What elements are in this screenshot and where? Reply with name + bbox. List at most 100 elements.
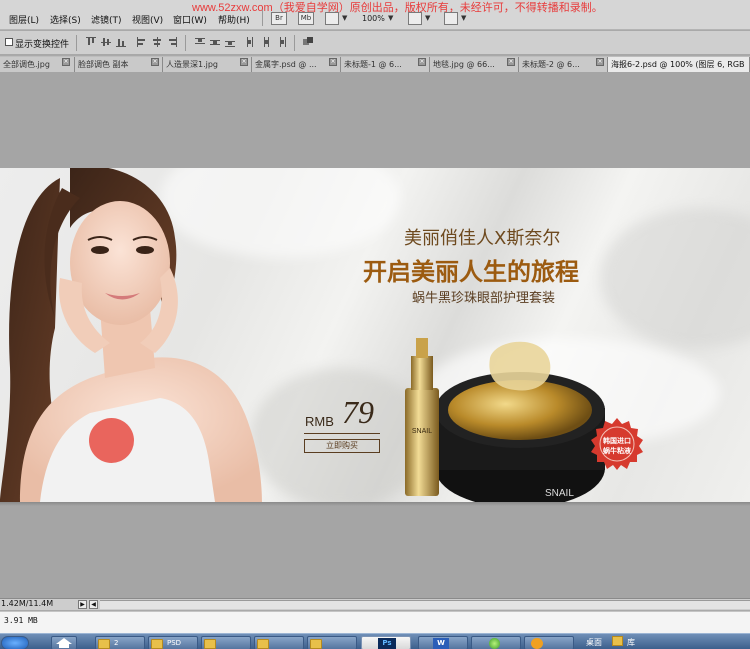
menu-layer[interactable]: 图层(L) xyxy=(9,13,39,26)
close-icon[interactable]: × xyxy=(507,58,515,66)
info-bar: 3.91 MB xyxy=(0,611,750,633)
distribute-top-icon[interactable] xyxy=(195,37,205,47)
view-extras-icon[interactable] xyxy=(325,12,339,25)
document-size-readout: 1.42M/11.4M xyxy=(1,599,54,608)
status-menu-arrow-icon[interactable]: ▶ xyxy=(78,600,87,609)
tab-label: 地毯.jpg @ 66... xyxy=(433,60,495,69)
folder-icon xyxy=(98,639,110,649)
poster-banner[interactable]: 美丽俏佳人X斯奈尔 开启美丽人生的旅程 蜗牛黑珍珠眼部护理套装 RMB 79 立… xyxy=(0,168,750,502)
taskbar-word[interactable]: W xyxy=(418,636,468,649)
auto-align-layers-icon[interactable] xyxy=(303,37,313,47)
tab-document[interactable]: 未标题-1 @ 6... xyxy=(341,57,430,72)
tab-label: 金属字.psd @ ... xyxy=(255,60,317,69)
info-readout: 3.91 MB xyxy=(4,616,38,625)
folder-icon xyxy=(204,639,216,649)
tab-document[interactable]: 脸部调色 副本 xyxy=(75,57,163,72)
distribute-left-icon[interactable] xyxy=(246,37,256,47)
taskbar-photoshop[interactable]: Ps xyxy=(361,636,411,649)
show-transform-checkbox[interactable] xyxy=(5,38,13,46)
cursor-highlight xyxy=(89,418,134,463)
align-horizontal-center-icon[interactable] xyxy=(152,37,162,47)
align-top-icon[interactable] xyxy=(86,37,96,47)
taskbar-qq[interactable] xyxy=(524,636,574,649)
library-icon xyxy=(612,636,623,646)
menu-window[interactable]: 窗口(W) xyxy=(173,13,207,26)
start-icon[interactable] xyxy=(1,636,29,649)
menu-view[interactable]: 视图(V) xyxy=(132,13,163,26)
tab-document[interactable]: 人造景深1.jpg xyxy=(163,57,252,72)
distribute-right-icon[interactable] xyxy=(276,37,286,47)
tab-active-document[interactable]: 海报6-2.psd @ 100% (图层 6, RGB xyxy=(608,57,750,72)
arrange-documents-icon[interactable] xyxy=(408,12,422,25)
taskbar-label: PSD xyxy=(167,639,182,647)
folder-icon xyxy=(257,639,269,649)
close-icon[interactable]: × xyxy=(62,58,70,66)
zoom-level-select[interactable]: 100% xyxy=(362,14,385,23)
tab-document[interactable]: 未标题-2 @ 6... xyxy=(519,57,608,72)
tab-label: 全部调色.jpg xyxy=(3,60,50,69)
align-left-icon[interactable] xyxy=(137,37,147,47)
menu-filter[interactable]: 滤镜(T) xyxy=(91,13,122,26)
screen-mode-icon[interactable] xyxy=(444,12,458,25)
photoshop-icon: Ps xyxy=(378,638,396,649)
tab-label: 海报6-2.psd @ 100% (图层 6, RGB xyxy=(611,60,745,69)
chevron-down-icon[interactable]: ▼ xyxy=(461,14,466,22)
distribute-horizontal-center-icon[interactable] xyxy=(261,37,271,47)
chevron-down-icon[interactable]: ▼ xyxy=(342,14,347,22)
align-vertical-center-icon[interactable] xyxy=(101,37,111,47)
distribute-bottom-icon[interactable] xyxy=(225,37,235,47)
scroll-left-icon[interactable]: ◀ xyxy=(89,600,98,609)
chevron-down-icon[interactable]: ▼ xyxy=(388,14,393,22)
taskbar-folder[interactable]: PSD xyxy=(148,636,198,649)
close-icon[interactable]: × xyxy=(596,58,604,66)
silk-shadow xyxy=(600,208,750,348)
options-bar: 显示变换控件 xyxy=(0,31,750,55)
buy-now-button[interactable]: 立即购买 xyxy=(304,439,380,453)
bridge-button[interactable]: Br xyxy=(271,12,287,25)
taskbar-folder[interactable] xyxy=(201,636,251,649)
product-jar-label: SNAIL xyxy=(545,488,574,499)
folder-icon xyxy=(310,639,322,649)
tab-label: 人造景深1.jpg xyxy=(166,60,219,69)
close-icon[interactable]: × xyxy=(329,58,337,66)
close-icon[interactable]: × xyxy=(151,58,159,66)
taskbar-folder[interactable] xyxy=(307,636,357,649)
windows-taskbar: 2 PSD Ps W 桌面 库 xyxy=(0,633,750,649)
browser-icon xyxy=(489,638,500,649)
close-icon[interactable]: × xyxy=(240,58,248,66)
word-icon: W xyxy=(433,638,449,649)
tray-desktop[interactable]: 桌面 xyxy=(586,637,602,648)
menu-help[interactable]: 帮助(H) xyxy=(218,13,250,26)
headline-brand: 美丽俏佳人X斯奈尔 xyxy=(404,228,561,249)
tab-label: 未标题-2 @ 6... xyxy=(522,60,580,69)
headline-product: 蜗牛黑珍珠眼部护理套装 xyxy=(412,291,556,306)
canvas-workspace[interactable]: 美丽俏佳人X斯奈尔 开启美丽人生的旅程 蜗牛黑珍珠眼部护理套装 RMB 79 立… xyxy=(0,72,750,598)
options-separator xyxy=(185,35,186,51)
minibridge-button[interactable]: Mb xyxy=(298,12,314,25)
align-right-icon[interactable] xyxy=(167,37,177,47)
options-separator xyxy=(76,35,77,51)
align-bottom-icon[interactable] xyxy=(116,37,126,47)
seal-line-2: 蜗牛粘液 xyxy=(603,447,631,455)
taskbar-folder[interactable]: 2 xyxy=(95,636,145,649)
menu-select[interactable]: 选择(S) xyxy=(50,13,81,26)
show-desktop-icon[interactable] xyxy=(51,636,77,649)
taskbar-label: 2 xyxy=(114,639,119,647)
chevron-down-icon[interactable]: ▼ xyxy=(425,14,430,22)
show-transform-label: 显示变换控件 xyxy=(15,40,70,50)
price-divider xyxy=(304,433,380,434)
folder-icon xyxy=(151,639,163,649)
price-value: 79 xyxy=(342,394,374,430)
horizontal-scrollbar[interactable] xyxy=(100,600,750,609)
tray-library[interactable]: 库 xyxy=(627,637,635,648)
seal-line-1: 韩国进口 xyxy=(603,437,631,445)
model-photo xyxy=(0,168,262,502)
distribute-vertical-center-icon[interactable] xyxy=(210,37,220,47)
close-icon[interactable]: × xyxy=(418,58,426,66)
tab-document[interactable]: 地毯.jpg @ 66... xyxy=(430,57,519,72)
tab-document[interactable]: 金属字.psd @ ... xyxy=(252,57,341,72)
taskbar-browser[interactable] xyxy=(471,636,521,649)
taskbar-folder[interactable] xyxy=(254,636,304,649)
options-separator xyxy=(294,35,295,51)
toolbar-separator xyxy=(262,10,263,26)
